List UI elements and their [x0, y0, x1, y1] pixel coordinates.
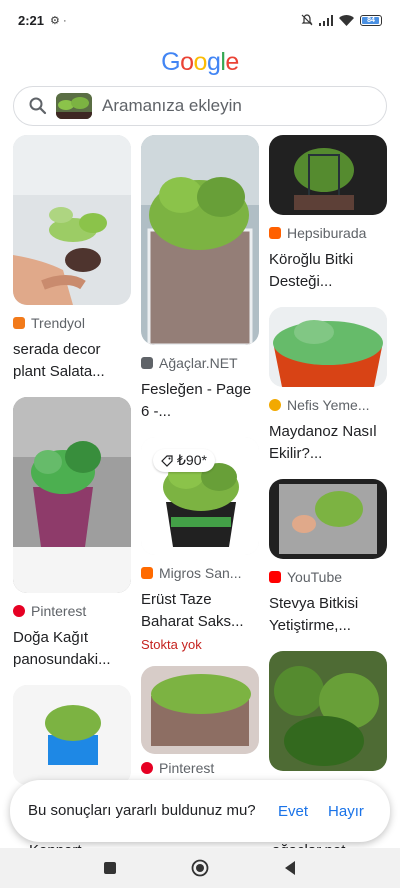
result-source: Nefis Yeme... — [269, 397, 387, 413]
result-title[interactable]: serada decor plant Salata... — [13, 339, 131, 383]
price-text: ₺90* — [177, 452, 207, 468]
source-name: Hepsiburada — [287, 225, 367, 241]
result-source: Trendyol — [13, 315, 131, 331]
result-card[interactable]: Hepsiburada Köroğlu Bitki Desteği... — [269, 135, 387, 293]
search-icon[interactable] — [28, 96, 48, 116]
result-card[interactable]: Ağaçlar.NET Fesleğen - Page 6 -... — [141, 135, 259, 423]
youtube-icon — [269, 571, 281, 583]
result-card[interactable]: Trendyol serada decor plant Salata... — [13, 135, 131, 383]
status-bar: 2:21 ⚙ · 84 — [0, 0, 400, 40]
result-image[interactable] — [13, 135, 131, 305]
source-name: YouTube — [287, 569, 343, 585]
result-card[interactable]: Pinterest — [141, 666, 259, 776]
home-button[interactable] — [190, 858, 210, 878]
nefis-yemek-icon — [269, 399, 281, 411]
results-column-1: Trendyol serada decor plant Salata... Pi… — [13, 135, 131, 799]
logo-letter: e — [225, 48, 239, 76]
source-name: Ağaçlar.NET — [159, 355, 238, 371]
result-title[interactable]: Fesleğen - Page 6 -... — [141, 379, 259, 423]
results-column-2: Ağaçlar.NET Fesleğen - Page 6 -... ₺90* … — [141, 135, 259, 790]
back-triangle-icon — [285, 861, 295, 875]
result-title[interactable]: Doğa Kağıt panosundaki... — [13, 627, 131, 671]
back-button[interactable] — [280, 858, 300, 878]
source-name: Migros San... — [159, 565, 242, 581]
recents-button[interactable] — [100, 858, 120, 878]
agaclar-net-icon — [141, 357, 153, 369]
result-title[interactable]: Maydanoz Nasıl Ekilir?... — [269, 421, 387, 465]
result-title[interactable]: Köroğlu Bitki Desteği... — [269, 249, 387, 293]
source-name: Pinterest — [31, 603, 87, 619]
result-image[interactable] — [141, 666, 259, 754]
result-image[interactable] — [13, 397, 131, 593]
battery-level: 84 — [367, 16, 375, 24]
results-column-3: Hepsiburada Köroğlu Bitki Desteği... Nef… — [269, 135, 387, 785]
feedback-yes-button[interactable]: Evet — [278, 803, 308, 820]
mute-icon — [301, 14, 313, 26]
source-name: Nefis Yeme... — [287, 397, 370, 413]
wifi-icon — [339, 14, 354, 26]
result-card[interactable]: Pinterest Doğa Kağıt panosundaki... — [13, 397, 131, 671]
result-source: Ağaçlar.NET — [141, 355, 259, 371]
search-image-thumbnail[interactable] — [56, 93, 92, 119]
battery-icon: 84 — [360, 14, 382, 26]
result-card[interactable] — [269, 651, 387, 771]
result-card[interactable]: Nefis Yeme... Maydanoz Nasıl Ekilir?... — [269, 307, 387, 465]
source-name: Pinterest — [159, 760, 215, 776]
image-results-grid: Trendyol serada decor plant Salata... Pi… — [0, 135, 400, 875]
search-bar[interactable]: Aramanıza ekleyin — [13, 86, 387, 126]
square-icon — [104, 862, 116, 874]
feedback-no-button[interactable]: Hayır — [328, 803, 364, 820]
result-source: YouTube — [269, 569, 387, 585]
result-image[interactable] — [13, 685, 131, 785]
google-logo[interactable]: Google — [0, 48, 400, 77]
status-time: 2:21 — [18, 12, 45, 28]
status-icons: 84 — [301, 14, 382, 26]
price-tag-icon — [161, 454, 173, 467]
search-input[interactable]: Aramanıza ekleyin — [102, 96, 242, 116]
circle-icon — [191, 859, 209, 877]
result-source: Pinterest — [141, 760, 259, 776]
price-badge: ₺90* — [153, 449, 215, 472]
result-image[interactable] — [269, 307, 387, 387]
hepsiburada-icon — [269, 227, 281, 239]
logo-letter: o — [193, 48, 208, 76]
result-source: Migros San... — [141, 565, 259, 581]
result-image[interactable] — [269, 135, 387, 215]
migros-icon — [141, 567, 153, 579]
feedback-prompt: Bu sonuçları yararlı buldunuz mu? Evet H… — [10, 780, 390, 842]
logo-letter: g — [206, 48, 221, 76]
notification-icons: ⚙ · — [50, 14, 67, 27]
result-source: Hepsiburada — [269, 225, 387, 241]
result-card[interactable] — [13, 685, 131, 785]
result-image[interactable] — [269, 651, 387, 771]
result-card[interactable]: ₺90* Migros San... Erüst Taze Baharat Sa… — [141, 437, 259, 652]
logo-letter: G — [161, 48, 181, 76]
feedback-question: Bu sonuçları yararlı buldunuz mu? — [28, 802, 256, 819]
result-title[interactable]: Erüst Taze Baharat Saks... — [141, 589, 259, 633]
result-image[interactable] — [269, 479, 387, 559]
signal-icon — [319, 14, 333, 26]
result-image[interactable]: ₺90* — [141, 437, 259, 555]
result-card[interactable]: YouTube Stevya Bitkisi Yetiştirme,... — [269, 479, 387, 637]
result-title[interactable]: Stevya Bitkisi Yetiştirme,... — [269, 593, 387, 637]
pinterest-icon — [141, 762, 153, 774]
result-image[interactable] — [141, 135, 259, 345]
logo-letter: o — [180, 48, 194, 76]
trendyol-icon — [13, 317, 25, 329]
source-name: Trendyol — [31, 315, 85, 331]
stock-status: Stokta yok — [141, 637, 202, 652]
pinterest-icon — [13, 605, 25, 617]
result-source: Pinterest — [13, 603, 131, 619]
system-nav-bar — [0, 848, 400, 888]
